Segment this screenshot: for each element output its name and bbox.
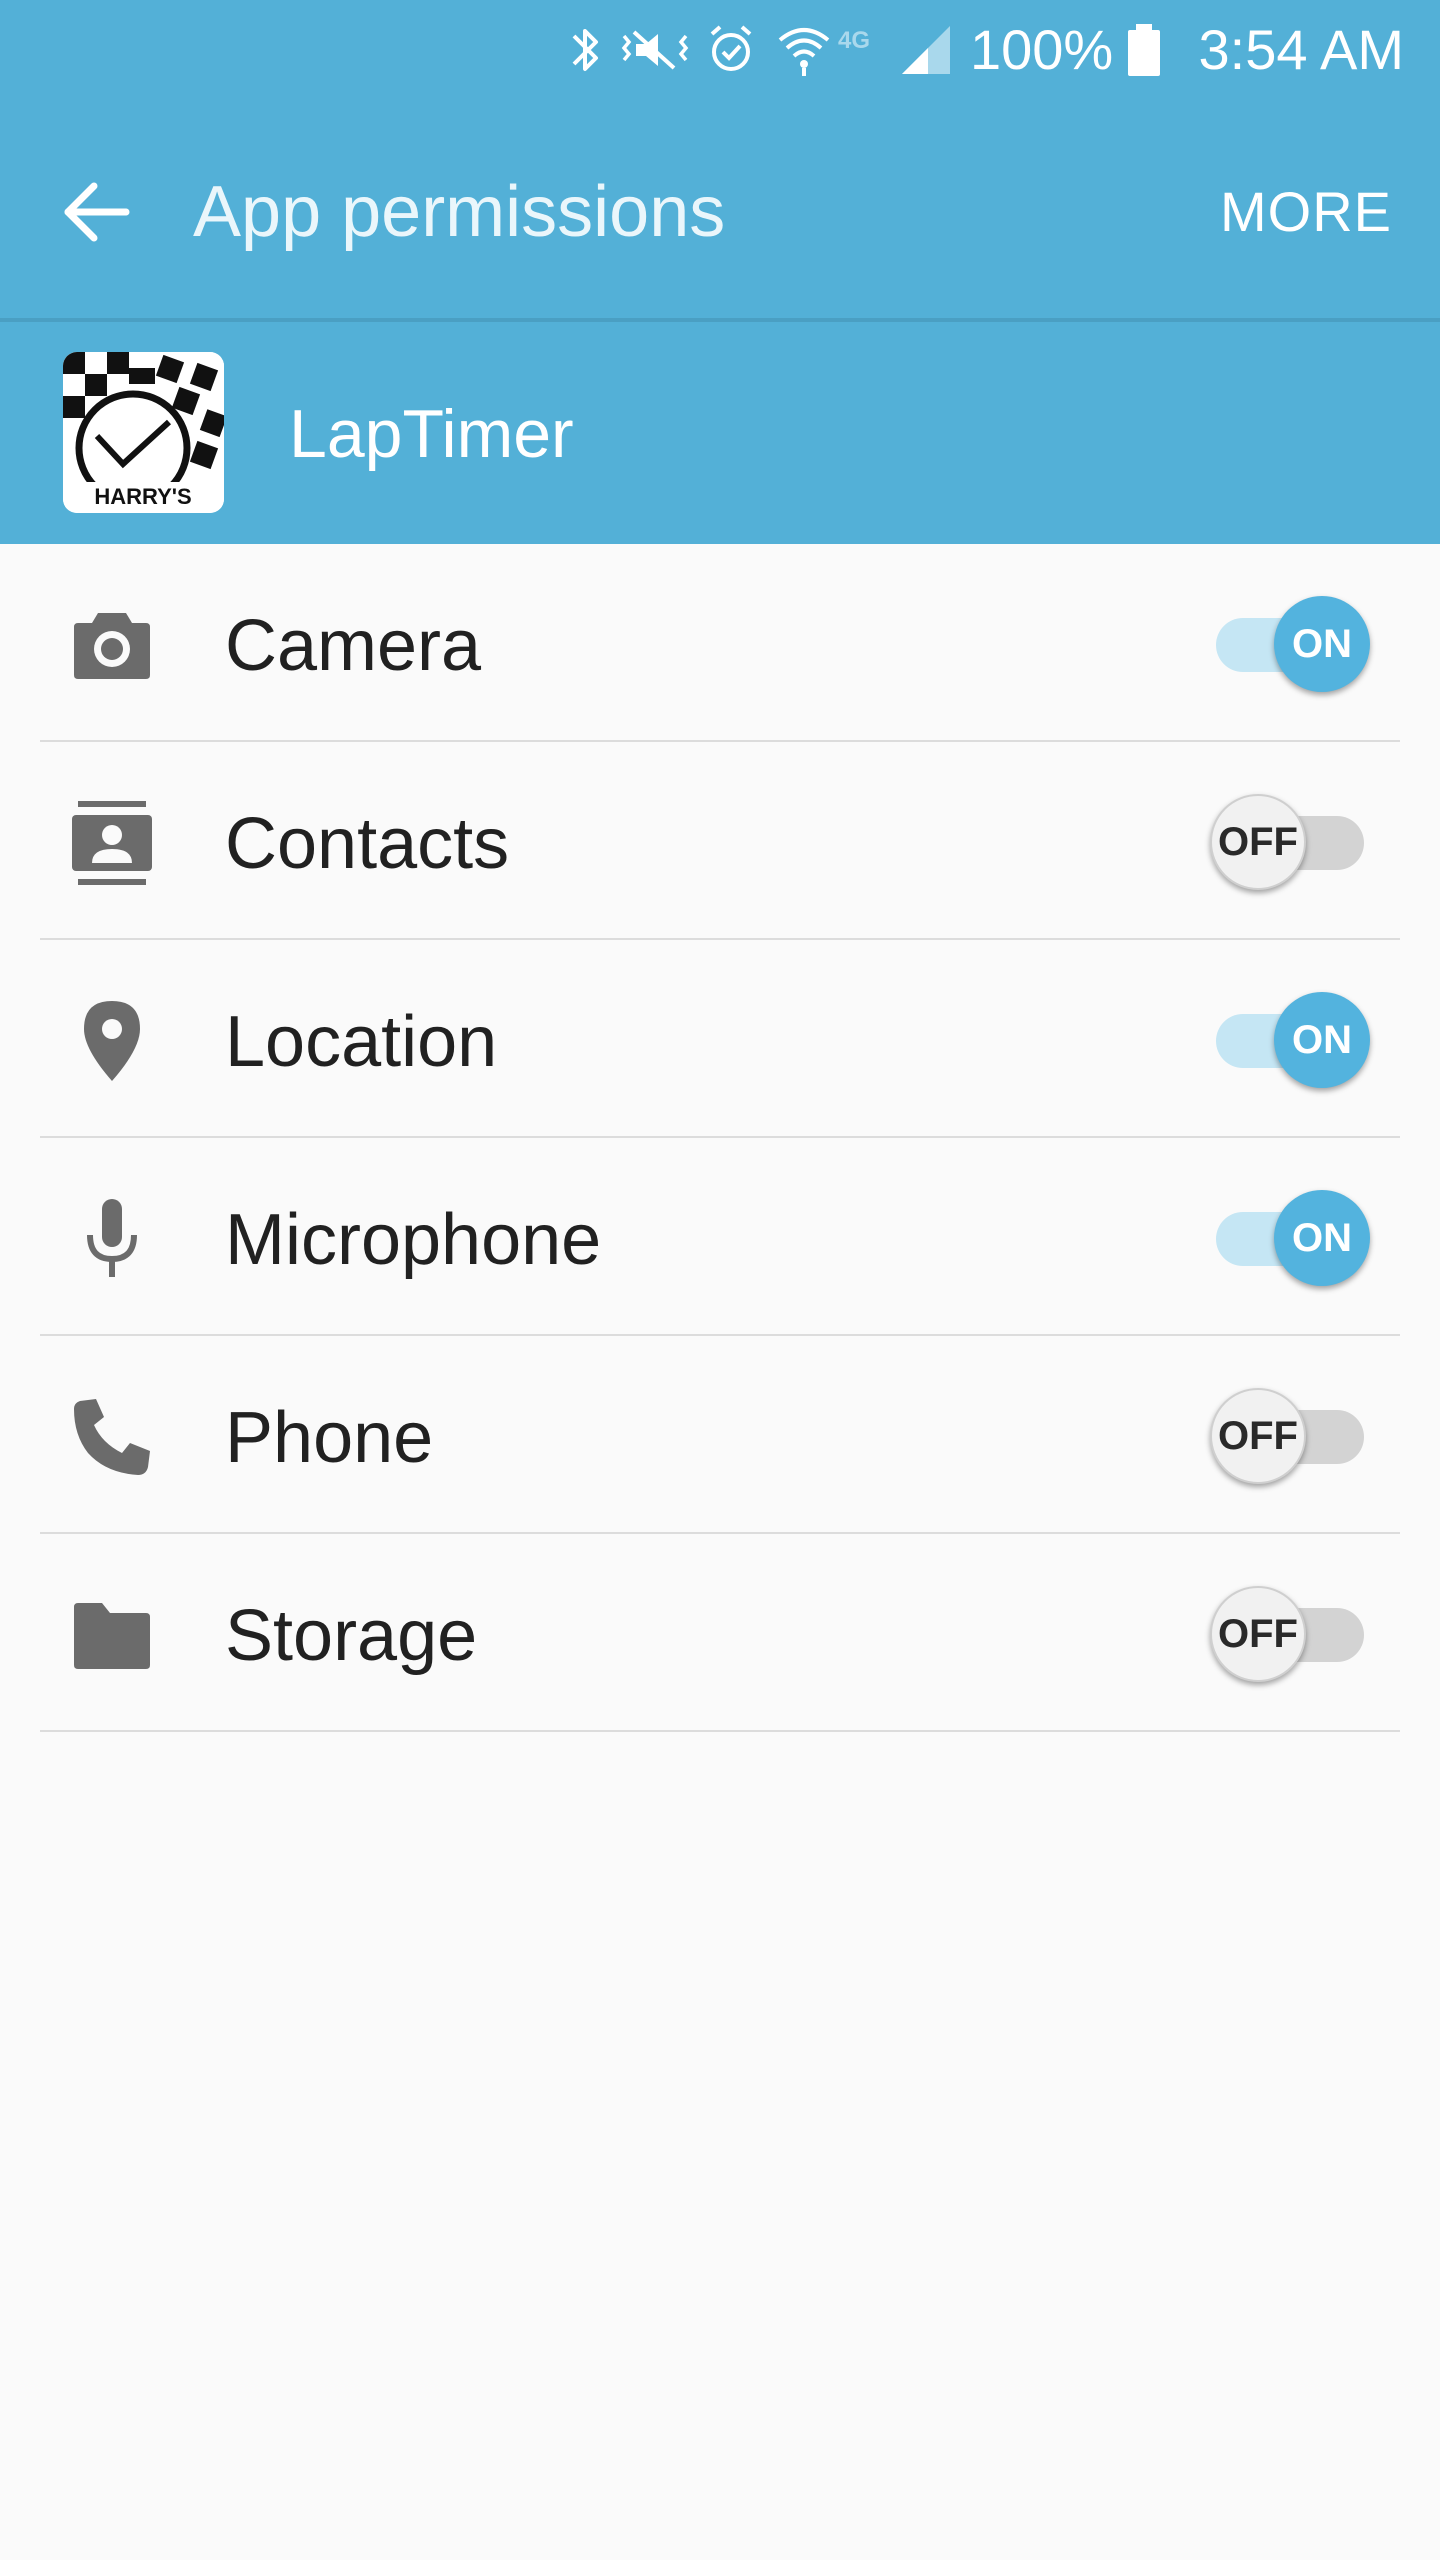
network-type-label: 4G xyxy=(838,27,870,54)
toggle-thumb: OFF xyxy=(1210,794,1306,890)
app-permissions-screen: 4G 100% 3:54 AM App permissions MORE HAR… xyxy=(0,0,1440,2560)
permission-label: Storage xyxy=(225,1596,478,1676)
phone-icon xyxy=(74,1399,150,1475)
permission-label: Contacts xyxy=(225,804,510,884)
permission-label: Location xyxy=(225,1002,498,1082)
permission-row-location[interactable]: Location ON xyxy=(0,940,1440,1138)
toggle-thumb: ON xyxy=(1274,1190,1370,1286)
battery-percent: 100% xyxy=(970,18,1114,81)
permission-row-camera[interactable]: Camera ON xyxy=(0,544,1440,742)
camera-toggle[interactable]: ON xyxy=(1210,594,1370,694)
permission-row-contacts[interactable]: Contacts OFF xyxy=(0,742,1440,940)
wifi-icon xyxy=(778,28,830,76)
microphone-toggle[interactable]: ON xyxy=(1210,1188,1370,1288)
back-button[interactable] xyxy=(46,162,146,262)
app-name: LapTimer xyxy=(289,396,574,472)
app-icon-text: HARRY'S xyxy=(94,484,191,509)
clock: 3:54 AM xyxy=(1198,18,1404,81)
laptimer-logo-icon: HARRY'S xyxy=(63,352,224,513)
bluetooth-icon xyxy=(572,29,598,71)
permission-list: Camera ON Contacts OFF Location ON Micro… xyxy=(0,544,1440,1732)
permission-row-phone[interactable]: Phone OFF xyxy=(0,1336,1440,1534)
toggle-thumb: ON xyxy=(1274,992,1370,1088)
toggle-thumb: OFF xyxy=(1210,1586,1306,1682)
folder-icon xyxy=(74,1603,150,1669)
permission-label: Microphone xyxy=(225,1200,602,1280)
toggle-thumb: ON xyxy=(1274,596,1370,692)
storage-toggle[interactable]: OFF xyxy=(1210,1584,1370,1684)
app-icon: HARRY'S xyxy=(63,352,224,513)
contacts-icon xyxy=(72,801,152,885)
location-pin-icon xyxy=(84,1001,140,1081)
arrow-left-icon xyxy=(64,182,130,242)
page-title: App permissions xyxy=(193,172,726,252)
permission-label: Phone xyxy=(225,1398,434,1478)
status-bar: 4G 100% 3:54 AM xyxy=(0,0,1440,100)
battery-icon xyxy=(1128,24,1160,76)
permission-row-storage[interactable]: Storage OFF xyxy=(0,1534,1440,1732)
lte-icon: 4G xyxy=(838,27,870,54)
alarm-icon xyxy=(710,25,752,71)
phone-toggle[interactable]: OFF xyxy=(1210,1386,1370,1486)
location-toggle[interactable]: ON xyxy=(1210,990,1370,1090)
more-button[interactable]: MORE xyxy=(1220,176,1392,248)
contacts-toggle[interactable]: OFF xyxy=(1210,792,1370,892)
permission-row-microphone[interactable]: Microphone ON xyxy=(0,1138,1440,1336)
vibrate-icon xyxy=(621,30,689,70)
signal-icon xyxy=(902,26,950,74)
microphone-icon xyxy=(87,1199,137,1277)
toggle-thumb: OFF xyxy=(1210,1388,1306,1484)
app-header: HARRY'S LapTimer xyxy=(0,322,1440,544)
action-bar: App permissions MORE xyxy=(0,100,1440,320)
camera-icon xyxy=(74,613,150,679)
permission-label: Camera xyxy=(225,606,482,686)
